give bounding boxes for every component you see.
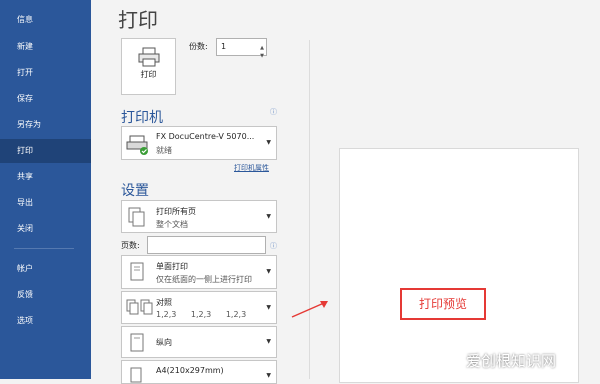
info-icon[interactable]: ⓘ (270, 107, 277, 117)
nav-feedback[interactable]: 反馈 (0, 283, 91, 307)
nav-account[interactable]: 帐户 (0, 257, 91, 281)
printer-select[interactable]: FX DocuCentre-V 5070... 就绪 ▼ (121, 126, 277, 160)
collate-seq: 1,2,3 (156, 310, 177, 319)
printer-name: FX DocuCentre-V 5070... (156, 132, 255, 141)
divider (309, 40, 310, 379)
nav-print[interactable]: 打印 (0, 139, 91, 163)
print-preview-page (339, 148, 579, 383)
collate-seq: 1,2,3 (225, 310, 247, 319)
nav-info[interactable]: 信息 (0, 8, 91, 32)
decrement-icon[interactable]: ▼ (260, 48, 264, 64)
chevron-down-icon: ▼ (266, 212, 271, 220)
printer-status: 就绪 (156, 146, 172, 155)
info-icon[interactable]: ⓘ (270, 241, 277, 251)
printer-ready-icon (126, 135, 148, 155)
paper-icon (130, 367, 142, 383)
collate-desc: 1,2,3 1,2,3 1,2,3 (156, 310, 246, 319)
pages-icon (128, 207, 145, 227)
settings-section-title: 设置 (121, 183, 149, 199)
portrait-icon (130, 333, 144, 352)
collate-select[interactable]: 对照 1,2,3 1,2,3 1,2,3 ▼ (121, 291, 277, 324)
orientation-select[interactable]: 纵向 ▼ (121, 326, 277, 358)
collate-seq: 1,2,3 (190, 310, 212, 319)
page-title: 打印 (118, 8, 158, 32)
sides-label: 单面打印 (156, 262, 188, 271)
print-range-select[interactable]: 打印所有页 整个文档 ▼ (121, 200, 277, 233)
sides-select[interactable]: 单面打印 仅在纸面的一侧上进行打印 ▼ (121, 255, 277, 289)
printer-properties-link[interactable]: 打印机属性 (234, 163, 269, 173)
copies-stepper[interactable]: 1 ▲ ▼ (216, 38, 267, 59)
chevron-down-icon: ▼ (266, 372, 271, 379)
chevron-down-icon: ▼ (266, 338, 271, 345)
nav-save[interactable]: 保存 (0, 87, 91, 111)
copies-label: 份数: (189, 42, 208, 51)
orientation-label: 纵向 (156, 338, 172, 347)
chevron-down-icon: ▼ (266, 139, 271, 146)
chevron-down-icon: ▼ (266, 268, 271, 275)
pages-label: 页数: (121, 241, 140, 250)
preview-annotation: 打印预览 (400, 288, 486, 320)
paper-size-label: A4(210x297mm) (156, 366, 224, 375)
print-button[interactable]: 打印 (121, 38, 176, 95)
nav-divider (14, 248, 74, 249)
print-button-label: 打印 (140, 70, 157, 79)
nav-export[interactable]: 导出 (0, 191, 91, 215)
print-range-desc: 整个文档 (156, 220, 188, 229)
chevron-down-icon: ▼ (266, 303, 271, 311)
nav-open[interactable]: 打开 (0, 61, 91, 85)
print-range-label: 打印所有页 (156, 207, 196, 216)
arrow-annotation-icon (291, 301, 328, 318)
pages-input[interactable] (147, 236, 266, 254)
copies-value: 1 (221, 42, 227, 51)
backstage-sidebar: 信息 新建 打开 保存 另存为 打印 共享 导出 关闭 帐户 反馈 选项 (0, 0, 91, 379)
sides-desc: 仅在纸面的一侧上进行打印 (156, 275, 252, 284)
watermark: 爱创根知识网 (466, 352, 557, 370)
printer-section-title: 打印机 (121, 110, 163, 126)
printer-icon (138, 47, 160, 67)
nav-options[interactable]: 选项 (0, 309, 91, 333)
collate-label: 对照 (156, 298, 172, 307)
paper-size-select[interactable]: A4(210x297mm) ▼ (121, 360, 277, 384)
one-sided-icon (130, 262, 144, 281)
nav-close[interactable]: 关闭 (0, 217, 91, 241)
nav-save-as[interactable]: 另存为 (0, 113, 91, 137)
collate-icon (126, 299, 153, 315)
nav-share[interactable]: 共享 (0, 165, 91, 189)
nav-new[interactable]: 新建 (0, 35, 91, 59)
